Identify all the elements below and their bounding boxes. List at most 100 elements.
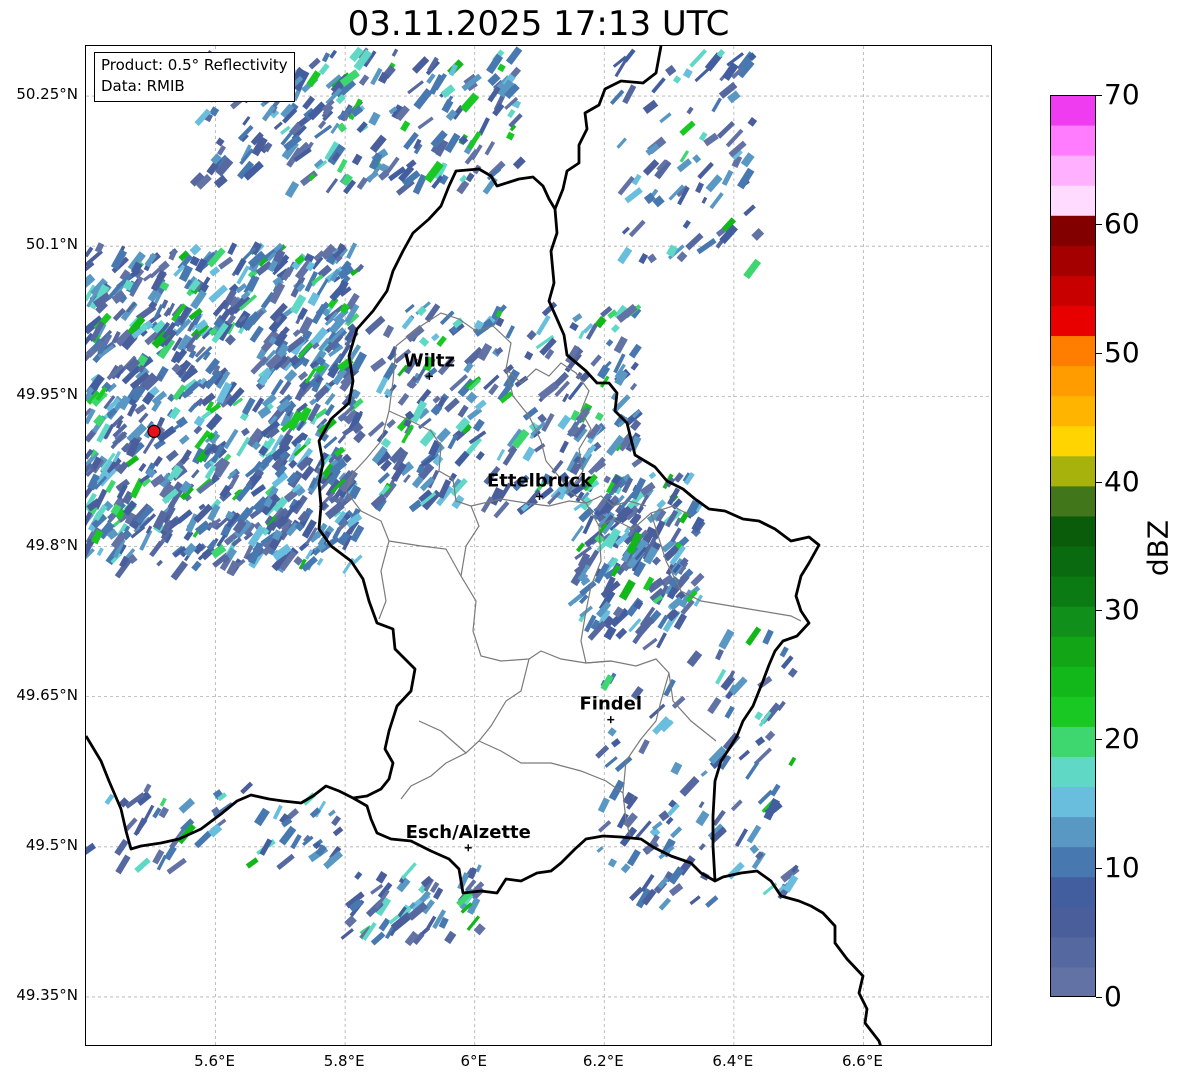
echo-cell — [249, 325, 264, 343]
echo-cell — [743, 258, 762, 280]
echo-cell — [378, 917, 391, 932]
echo-cell — [354, 871, 363, 880]
echo-cell — [165, 449, 179, 462]
colorbar-tick-label: 20 — [1104, 722, 1140, 756]
echo-cell — [709, 192, 724, 210]
product-label: Product: 0.5° Reflectivity — [101, 56, 288, 74]
echo-cell — [505, 325, 515, 339]
colorbar-tick-mark — [1096, 223, 1102, 225]
echo-cell — [407, 80, 424, 95]
echo-cell — [351, 153, 363, 166]
echo-cell — [618, 579, 636, 601]
echo-cell — [595, 744, 610, 759]
echo-cell — [302, 95, 316, 110]
echo-cell — [537, 381, 559, 401]
lat-tick-label: 50.25°N — [16, 85, 78, 104]
echo-cell — [404, 303, 415, 313]
colorbar-segment — [1050, 485, 1096, 517]
echo-cell — [465, 172, 475, 183]
echo-cell — [779, 646, 789, 658]
echo-cell — [616, 137, 627, 149]
echo-cell — [426, 73, 436, 84]
echo-cell — [218, 256, 234, 270]
echo-cell — [475, 864, 482, 873]
echo-cell — [635, 820, 652, 839]
echo-cell — [191, 469, 200, 479]
echo-cell — [590, 354, 602, 367]
colorbar-segment — [1050, 155, 1096, 186]
echo-cell — [526, 330, 537, 341]
colorbar-segment — [1050, 335, 1096, 367]
echo-cell — [397, 392, 410, 406]
echo-cell — [223, 428, 239, 450]
echo-cell — [788, 756, 797, 767]
echo-cell — [484, 141, 496, 156]
radar-site-marker[interactable] — [147, 424, 161, 438]
echo-cell — [276, 853, 295, 871]
echo-cell — [651, 821, 663, 831]
colorbar-tick-mark — [1096, 352, 1102, 354]
echo-cell — [370, 357, 387, 372]
echo-cell — [603, 625, 617, 641]
echo-cell — [403, 474, 411, 484]
colorbar-segment — [1050, 876, 1096, 908]
echo-cell — [149, 540, 164, 558]
echo-cell — [700, 770, 708, 777]
radar-site-dot[interactable] — [147, 424, 161, 438]
lon-tick-label: 5.8°E — [323, 1052, 365, 1070]
echo-cell — [336, 158, 348, 174]
echo-cell — [115, 854, 131, 875]
colorbar-tick-mark — [1096, 481, 1102, 483]
echo-cell — [209, 266, 221, 277]
echo-cell — [689, 895, 701, 906]
echo-cell — [722, 61, 739, 81]
echo-cell — [689, 48, 708, 68]
echo-cell — [408, 499, 423, 513]
echo-cell — [629, 382, 638, 391]
echo-cell — [114, 838, 129, 856]
echo-cell — [692, 154, 702, 164]
echo-cell — [615, 627, 628, 640]
echo-cell — [436, 427, 451, 443]
city-marker: Findel — [579, 694, 642, 724]
echo-cell — [463, 362, 474, 374]
echo-cell — [648, 471, 657, 480]
colorbar-tick-mark — [1096, 610, 1102, 612]
echo-cell — [628, 343, 642, 359]
echo-cell — [762, 629, 774, 645]
echo-cell — [617, 246, 633, 265]
echo-cell — [672, 75, 682, 84]
echo-cell — [105, 479, 116, 494]
echo-cell — [676, 251, 688, 263]
map-title: 03.11.2025 17:13 UTC — [347, 4, 730, 44]
echo-cell — [613, 336, 628, 354]
colorbar-tick-mark — [1096, 739, 1102, 741]
echo-cell — [391, 48, 399, 57]
echo-cell — [241, 397, 256, 416]
echo-cell — [745, 626, 762, 646]
echo-cell — [751, 227, 765, 241]
echo-cell — [652, 195, 665, 208]
echo-cell — [308, 57, 321, 70]
colorbar-segment — [1050, 305, 1096, 337]
echo-cell — [454, 450, 470, 467]
city-label: Ettelbruck — [487, 470, 593, 491]
echo-cell — [638, 253, 649, 265]
echo-cell — [604, 756, 618, 768]
echo-cell — [316, 557, 324, 566]
echo-cell — [620, 863, 631, 874]
echo-cell — [329, 49, 338, 59]
echo-cell — [611, 324, 620, 333]
echo-cell — [605, 338, 614, 347]
echo-cell — [328, 809, 336, 817]
colorbar-segment — [1050, 455, 1096, 487]
echo-cell — [718, 628, 735, 650]
colorbar-tick-label: 60 — [1104, 206, 1140, 240]
echo-cell — [340, 928, 354, 940]
echo-cell — [512, 156, 526, 170]
echo-cell — [178, 797, 196, 814]
radar-map[interactable]: Wiltz Ettelbruck Findel Esch/Alzette — [85, 45, 992, 1046]
echo-cell — [597, 797, 610, 813]
echo-cell — [734, 828, 748, 848]
colorbar-tick-label: 70 — [1104, 78, 1140, 111]
